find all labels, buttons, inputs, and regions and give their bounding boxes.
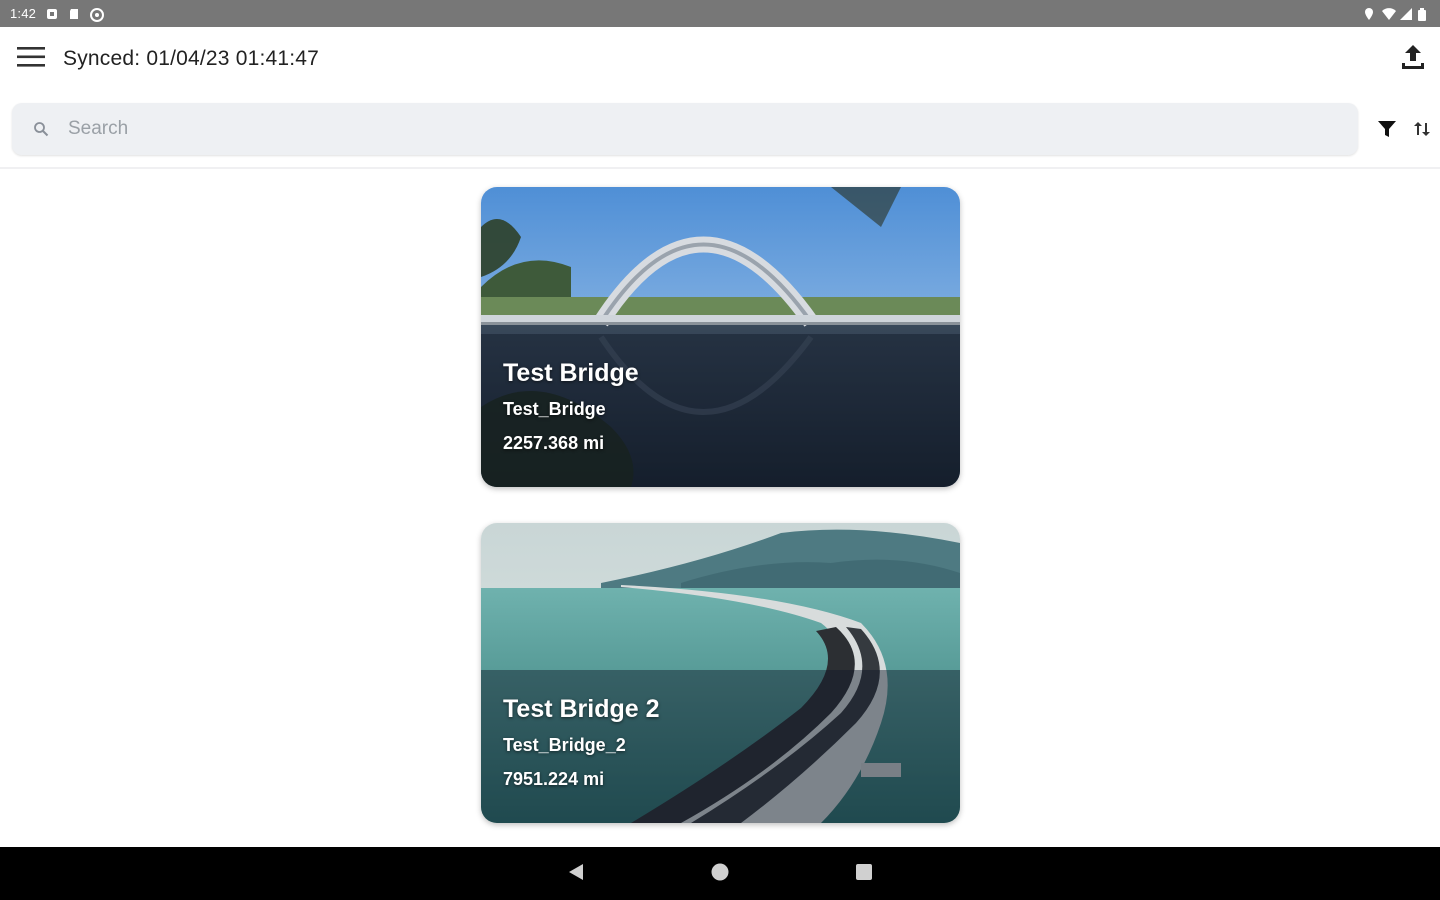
sd-card-icon <box>68 8 80 20</box>
bridge-distance: 2257.368 mi <box>503 433 605 453</box>
status-time: 1:42 <box>10 6 37 21</box>
sort-button[interactable] <box>1408 117 1436 145</box>
bridge-title: Test Bridge <box>503 359 639 387</box>
app-bar: Synced: 01/04/23 01:41:47 <box>0 27 1440 93</box>
nav-recent-apps-button[interactable] <box>851 861 877 887</box>
battery-icon <box>1418 7 1430 21</box>
upload-icon <box>1401 44 1425 75</box>
menu-icon <box>17 46 45 73</box>
home-icon <box>710 862 730 887</box>
nav-home-button[interactable] <box>707 861 733 887</box>
search-box[interactable] <box>12 103 1358 155</box>
sync-status-icon <box>90 7 105 22</box>
bridge-id: Test_Bridge_2 <box>503 735 626 755</box>
nav-back-button[interactable] <box>563 861 589 887</box>
bridge-title: Test Bridge 2 <box>503 695 660 723</box>
sync-status-title: Synced: 01/04/23 01:41:47 <box>63 47 320 70</box>
bridge-card[interactable]: Test Bridge 2 Test_Bridge_2 7951.224 mi <box>481 523 960 823</box>
sort-icon <box>1412 119 1432 144</box>
search-icon <box>32 120 50 138</box>
filter-icon <box>1377 120 1397 143</box>
status-bar: 1:42 <box>0 0 1440 27</box>
upload-button[interactable] <box>1396 41 1430 77</box>
menu-button[interactable] <box>12 42 50 76</box>
filter-button[interactable] <box>1372 117 1402 145</box>
back-icon <box>566 862 586 887</box>
navigation-bar <box>0 847 1440 900</box>
recent-apps-icon <box>854 862 874 887</box>
signal-icon <box>1400 7 1412 20</box>
bridge-id: Test_Bridge <box>503 399 606 419</box>
notification-icon <box>46 8 58 20</box>
location-icon <box>1364 7 1376 20</box>
bridge-card[interactable]: Test Bridge Test_Bridge 2257.368 mi <box>481 187 960 487</box>
wifi-icon <box>1382 7 1396 20</box>
search-input[interactable] <box>68 118 1268 140</box>
search-row <box>0 93 1440 169</box>
bridge-distance: 7951.224 mi <box>503 769 605 789</box>
